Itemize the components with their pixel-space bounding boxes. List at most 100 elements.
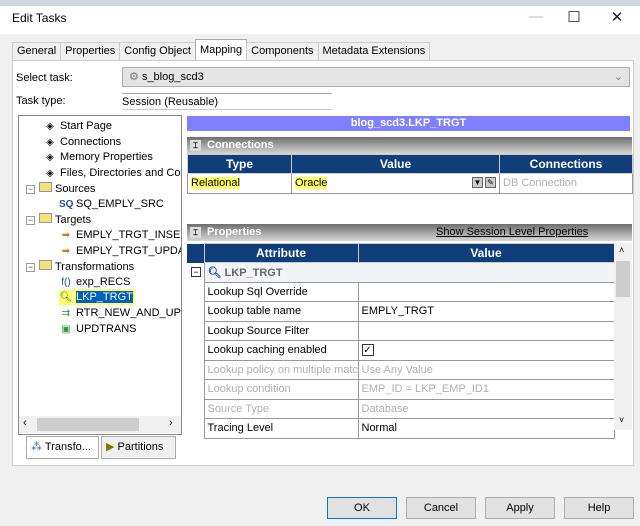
attribute-value[interactable]: Database xyxy=(357,398,615,419)
tab-bar: General Properties Config Object Mapping… xyxy=(12,39,431,61)
col-connections: Connections xyxy=(499,154,633,174)
tree-item-updtrans[interactable]: ▣ UPDTRANS xyxy=(59,322,136,337)
show-session-level-properties-link[interactable]: Show Session Level Properties xyxy=(436,226,588,238)
col-type: Type xyxy=(187,154,292,174)
window-title: Edit Tasks xyxy=(12,11,67,25)
partitions-tab[interactable]: ▶ Partitions xyxy=(101,436,176,459)
transformations-tab[interactable]: ⁂ Transfo... xyxy=(26,436,99,459)
attribute-value[interactable] xyxy=(357,281,615,302)
scroll-thumb[interactable] xyxy=(616,261,630,297)
tree-item-router[interactable]: ⇉ RTR_NEW_AND_UPDATE xyxy=(59,306,181,321)
col-value: Value xyxy=(357,243,615,263)
select-task-dropdown[interactable]: ⚙ s_blog_scd3 ⌄ xyxy=(122,67,630,87)
attribute-name: Lookup caching enabled xyxy=(203,340,359,361)
tab-metadata-extensions[interactable]: Metadata Extensions xyxy=(317,42,431,60)
update-strategy-icon: ▣ xyxy=(61,324,71,335)
tab-general[interactable]: General xyxy=(12,42,62,60)
collapse-toggle-icon[interactable]: ⌶ xyxy=(190,140,201,151)
caching-checkbox[interactable]: ✓ xyxy=(361,344,374,357)
group-label: LKP_TRGT xyxy=(224,266,283,279)
tree-item-files[interactable]: ◈ Files, Directories and Commands xyxy=(43,166,181,181)
collapse-transformations[interactable]: − xyxy=(26,263,35,272)
select-task-label: Select task: xyxy=(16,72,73,84)
tab-mapping[interactable]: Mapping xyxy=(194,39,248,60)
section-title: Properties xyxy=(207,226,262,238)
property-row[interactable]: Source Type Database xyxy=(187,398,615,419)
panel-title: blog_scd3.LKP_TRGT xyxy=(187,116,630,131)
horizontal-scrollbar[interactable]: ‹ › xyxy=(19,416,181,433)
property-row[interactable]: Lookup table name EMPLY_TRGT xyxy=(187,301,615,322)
vertical-scrollbar[interactable]: ˄ ˅ xyxy=(614,243,632,430)
property-row[interactable]: Lookup condition EMP_ID = LKP_EMP_ID1 xyxy=(187,379,615,400)
session-icon: ⚙ xyxy=(129,71,139,83)
help-button[interactable]: Help xyxy=(564,497,634,519)
task-type-label: Task type: xyxy=(16,95,66,107)
edit-icon[interactable]: ✎ xyxy=(485,177,496,188)
attribute-value[interactable] xyxy=(357,320,615,341)
ok-button[interactable]: OK xyxy=(327,497,397,519)
attribute-value[interactable]: EMP_ID = LKP_EMP_ID1 xyxy=(357,379,615,400)
tree-item-targets[interactable]: Targets xyxy=(39,213,91,228)
property-row[interactable]: Lookup policy on multiple match Use Any V… xyxy=(187,359,615,380)
scroll-left-icon[interactable]: ‹ xyxy=(23,417,27,429)
scroll-right-icon[interactable]: › xyxy=(169,417,173,429)
tree-item-sq[interactable]: SQ SQ_EMPLY_SRC xyxy=(59,197,164,212)
navigation-tree: ◈ Start Page ◈ Connections ◈ Memory Propert… xyxy=(18,115,182,435)
tree-item-transformations[interactable]: Transformations xyxy=(39,260,134,275)
tree-label: Files, Directories and Commands xyxy=(60,167,181,179)
tree-item-memory-properties[interactable]: ◈ Memory Properties xyxy=(43,150,153,165)
partitions-icon: ▶ xyxy=(106,441,115,453)
tree-item-lkp-trgt[interactable]: 🔍︎ LKP_TRGT xyxy=(59,289,135,305)
collapse-targets[interactable]: − xyxy=(26,216,35,225)
tab-config-object[interactable]: Config Object xyxy=(119,42,196,60)
tree-item-target-insert[interactable]: ➡ EMPLY_TRGT_INSERT xyxy=(59,228,181,243)
folder-icon xyxy=(39,260,52,270)
collapse-icon[interactable]: − xyxy=(191,267,201,278)
conn-value[interactable]: Oracle xyxy=(295,177,328,190)
tab-label: Partitions xyxy=(117,441,164,453)
select-task-value: s_blog_scd3 xyxy=(141,71,204,83)
tree-label: LKP_TRGT xyxy=(74,289,135,305)
tree-item-start-page[interactable]: ◈ Start Page xyxy=(43,119,112,134)
conn-connection[interactable]: DB Connection xyxy=(499,173,633,194)
tab-properties[interactable]: Properties xyxy=(60,42,121,60)
close-button[interactable]: ✕ xyxy=(605,8,629,28)
apply-button[interactable]: Apply xyxy=(485,497,555,519)
col-attribute: Attribute xyxy=(203,243,359,263)
attribute-name: Lookup policy on multiple match xyxy=(203,359,359,380)
tree-item-connections[interactable]: ◈ Connections xyxy=(43,135,121,150)
attribute-name: Lookup Sql Override xyxy=(203,281,359,302)
maximize-button[interactable]: ☐ xyxy=(562,8,586,28)
group-row[interactable]: − 🔍︎ LKP_TRGT xyxy=(187,262,615,283)
minimize-button[interactable]: — xyxy=(524,8,548,28)
scroll-down-icon[interactable]: ˅ xyxy=(619,415,624,425)
row-gutter xyxy=(187,341,204,361)
diamond-icon: ◈ xyxy=(46,121,54,132)
table-row[interactable]: Relational Oracle ▼ ✎ DB Connection xyxy=(187,173,633,194)
collapse-sources[interactable]: − xyxy=(26,185,35,194)
cancel-button[interactable]: Cancel xyxy=(406,497,476,519)
collapse-toggle-icon[interactable]: ⌶ xyxy=(190,227,201,238)
property-row[interactable]: Tracing Level Normal xyxy=(187,418,615,439)
scroll-up-icon[interactable]: ˄ xyxy=(619,245,624,255)
attribute-value[interactable]: ✓ xyxy=(357,340,615,361)
property-row[interactable]: Lookup Source Filter xyxy=(187,320,615,341)
diamond-icon: ◈ xyxy=(46,137,54,148)
lookup-icon: 🔍︎ xyxy=(207,266,222,279)
attribute-value[interactable]: Normal xyxy=(357,418,615,439)
tree-item-target-update[interactable]: ➡ EMPLY_TRGT_UPDATE xyxy=(59,244,181,259)
scroll-thumb[interactable] xyxy=(37,418,139,431)
attribute-value[interactable]: Use Any Value xyxy=(357,359,615,380)
tree-label: SQ_EMPLY_SRC xyxy=(76,198,164,210)
target-icon: ➡ xyxy=(61,246,71,257)
tab-components[interactable]: Components xyxy=(246,42,319,60)
folder-icon xyxy=(39,182,52,192)
tree-item-exp-recs[interactable]: f() exp_RECS xyxy=(59,275,130,290)
expression-icon: f() xyxy=(61,277,71,288)
property-row[interactable]: Lookup Sql Override xyxy=(187,281,615,302)
property-row[interactable]: Lookup caching enabled ✓ xyxy=(187,340,615,361)
tree-item-sources[interactable]: Sources xyxy=(39,182,95,197)
attribute-value[interactable]: EMPLY_TRGT xyxy=(357,301,615,322)
dropdown-arrow-icon[interactable]: ▼ xyxy=(472,177,483,188)
conn-type: Relational xyxy=(191,177,240,190)
